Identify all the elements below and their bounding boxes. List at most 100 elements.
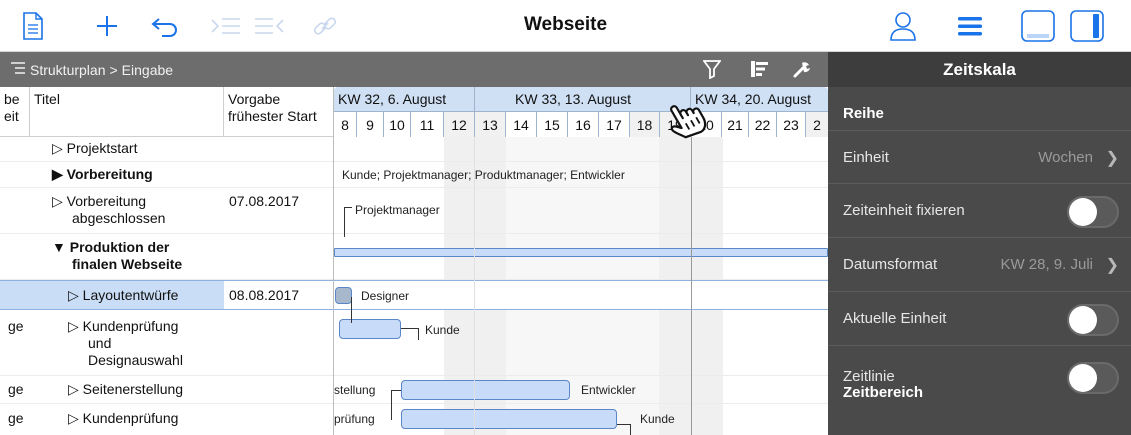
row-title: ▷ Vorbereitung abgeschlossen [52,193,166,226]
task-label-left: prüfung [334,412,375,426]
task-bar[interactable] [339,319,401,339]
row-title: ▼ Produktion der finalen Webseite [52,239,183,272]
section-header-zeitbereich: Zeitbereich [843,384,924,401]
person-icon[interactable] [886,6,920,46]
row-partial: ge [8,410,24,426]
milestone-label: Projektmanager [355,203,440,217]
day-header[interactable]: 2 [806,111,828,137]
side-panel-icon[interactable] [1068,6,1106,46]
document-title: Webseite [523,14,608,35]
task-label: Kunde [640,412,675,426]
chevron-right-icon: ❯ [1105,257,1119,274]
wrench-icon[interactable] [790,57,814,81]
day-header[interactable]: 16 [568,111,599,137]
day-header[interactable]: 18 [630,111,660,137]
toggle-switch[interactable] [1067,304,1119,336]
row-date: 07.08.2017 [229,193,300,209]
day-header[interactable]: 8 [334,111,357,137]
column-header-title[interactable]: Titel [30,87,224,137]
day-header[interactable]: 17 [599,111,630,137]
task-label: Kunde [425,323,460,337]
day-header[interactable]: 11 [411,111,444,137]
link-icon[interactable] [308,6,342,46]
filter-icon[interactable] [700,57,724,81]
day-header[interactable]: 22 [749,111,777,137]
breadcrumb-current[interactable]: Eingabe [122,62,173,78]
setting-label: Aktuelle Einheit [843,310,947,327]
table-row[interactable]: ▼ Produktion der finalen Webseite [0,234,828,280]
day-header[interactable]: 14 [506,111,537,137]
setting-aktuelle-einheit: Aktuelle Einheit [828,292,1131,346]
table-row-selected[interactable]: ▷ Layoutentwürfe 08.08.2017 Designer [0,280,828,310]
setting-value: KW 28, 9. Juli [1000,256,1093,273]
gantt-view-icon[interactable] [748,57,772,81]
row-date[interactable]: 08.08.2017 [229,287,299,304]
column-header-partial[interactable]: be eit [0,87,30,137]
table-row[interactable]: ▷ Vorbereitung abgeschlossen 07.08.2017 P… [0,188,828,234]
day-header[interactable]: 21 [722,111,749,137]
toggle-switch[interactable] [1067,196,1119,228]
week-header[interactable]: KW 33, 13. August [475,87,691,111]
breadcrumb-separator: > [109,61,118,78]
column-divider [333,87,334,435]
row-title: ▶ Vorbereitung [52,166,153,182]
breadcrumb: Strukturplan > Eingabe [10,61,173,78]
row-title: ▷ Seitenerstellung [68,381,184,397]
task-bar[interactable] [401,380,570,400]
chevron-right-icon: ❯ [1105,150,1119,167]
table-row[interactable]: ge ▷ Kundenprüfung und Designauswahl Kunde [0,310,828,376]
row-title: ▷ Projektstart [52,140,138,156]
week-header[interactable]: KW 32, 6. August [334,87,475,111]
row-title: ▷ Layoutentwürfe [68,287,179,303]
day-header[interactable]: 15 [537,111,568,137]
day-header[interactable]: 12 [444,111,475,137]
toggle-switch[interactable] [1067,362,1119,394]
undo-icon[interactable] [147,6,183,46]
day-header[interactable]: 13 [475,111,506,137]
dependency-line [401,328,419,340]
row-title: ▷ Kundenprüfung und Designauswahl [68,318,183,368]
day-header[interactable]: 9 [357,111,384,137]
document-icon[interactable] [18,6,48,46]
table-row[interactable]: ge ▷ Kundenprüfung prüfung Kunde [0,404,828,435]
day-header[interactable]: 10 [384,111,411,137]
setting-zeiteinheit-fixieren: Zeiteinheit fixieren [828,184,1131,238]
resource-label: Kunde; Projektmanager; Produktmanager; E… [342,168,625,182]
inspector-panel: Zeitskala Reihe Einheit Wochen ❯ Zeitein… [828,52,1131,435]
top-toolbar: Webseite [0,0,1131,52]
bottom-panel-icon[interactable] [1019,6,1057,46]
dependency-line [617,424,631,435]
timeline-header: KW 32, 6. August KW 33, 13. August KW 34… [334,87,828,137]
setting-value: Wochen [1038,149,1093,166]
table-row[interactable]: ge ▷ Seitenerstellung stellung Entwickle… [0,376,828,404]
setting-einheit[interactable]: Einheit Wochen ❯ [828,130,1131,184]
table-header: be eit Titel Vorgabe frühester Start [0,87,333,137]
breadcrumb-root[interactable]: Strukturplan [30,62,105,78]
view-header-bar: Strukturplan > Eingabe [0,52,828,87]
hand-cursor-icon [662,95,708,141]
outdent-icon[interactable] [250,6,288,46]
task-bar[interactable] [401,409,617,429]
section-header-reihe: Reihe [843,105,884,122]
row-partial: ge [8,381,24,397]
dependency-line [344,207,352,237]
setting-datumsformat[interactable]: Datumsformat KW 28, 9. Juli ❯ [828,238,1131,292]
setting-label: Einheit [843,149,889,166]
week-divider [474,87,475,435]
setting-label: Zeiteinheit fixieren [843,202,965,219]
plus-icon[interactable] [92,6,122,46]
day-header[interactable]: 23 [777,111,806,137]
task-bar[interactable] [335,287,352,304]
dependency-line [351,297,352,323]
summary-bar[interactable] [334,248,828,257]
week-header[interactable]: KW 34, 20. August [691,87,828,111]
row-partial: ge [8,318,24,334]
table-row[interactable]: ▶ Vorbereitung Kunde; Projektmanager; Pr… [0,162,828,188]
column-header-date[interactable]: Vorgabe frühester Start [224,87,334,137]
menu-icon[interactable] [955,6,985,46]
indent-icon[interactable] [207,6,245,46]
gantt-table: ▷ Projektstart ▶ Vorbereitung Kunde; Pro… [0,87,828,435]
dependency-line [391,390,401,420]
panel-title: Zeitskala [828,52,1131,87]
task-label: Entwickler [581,383,636,397]
